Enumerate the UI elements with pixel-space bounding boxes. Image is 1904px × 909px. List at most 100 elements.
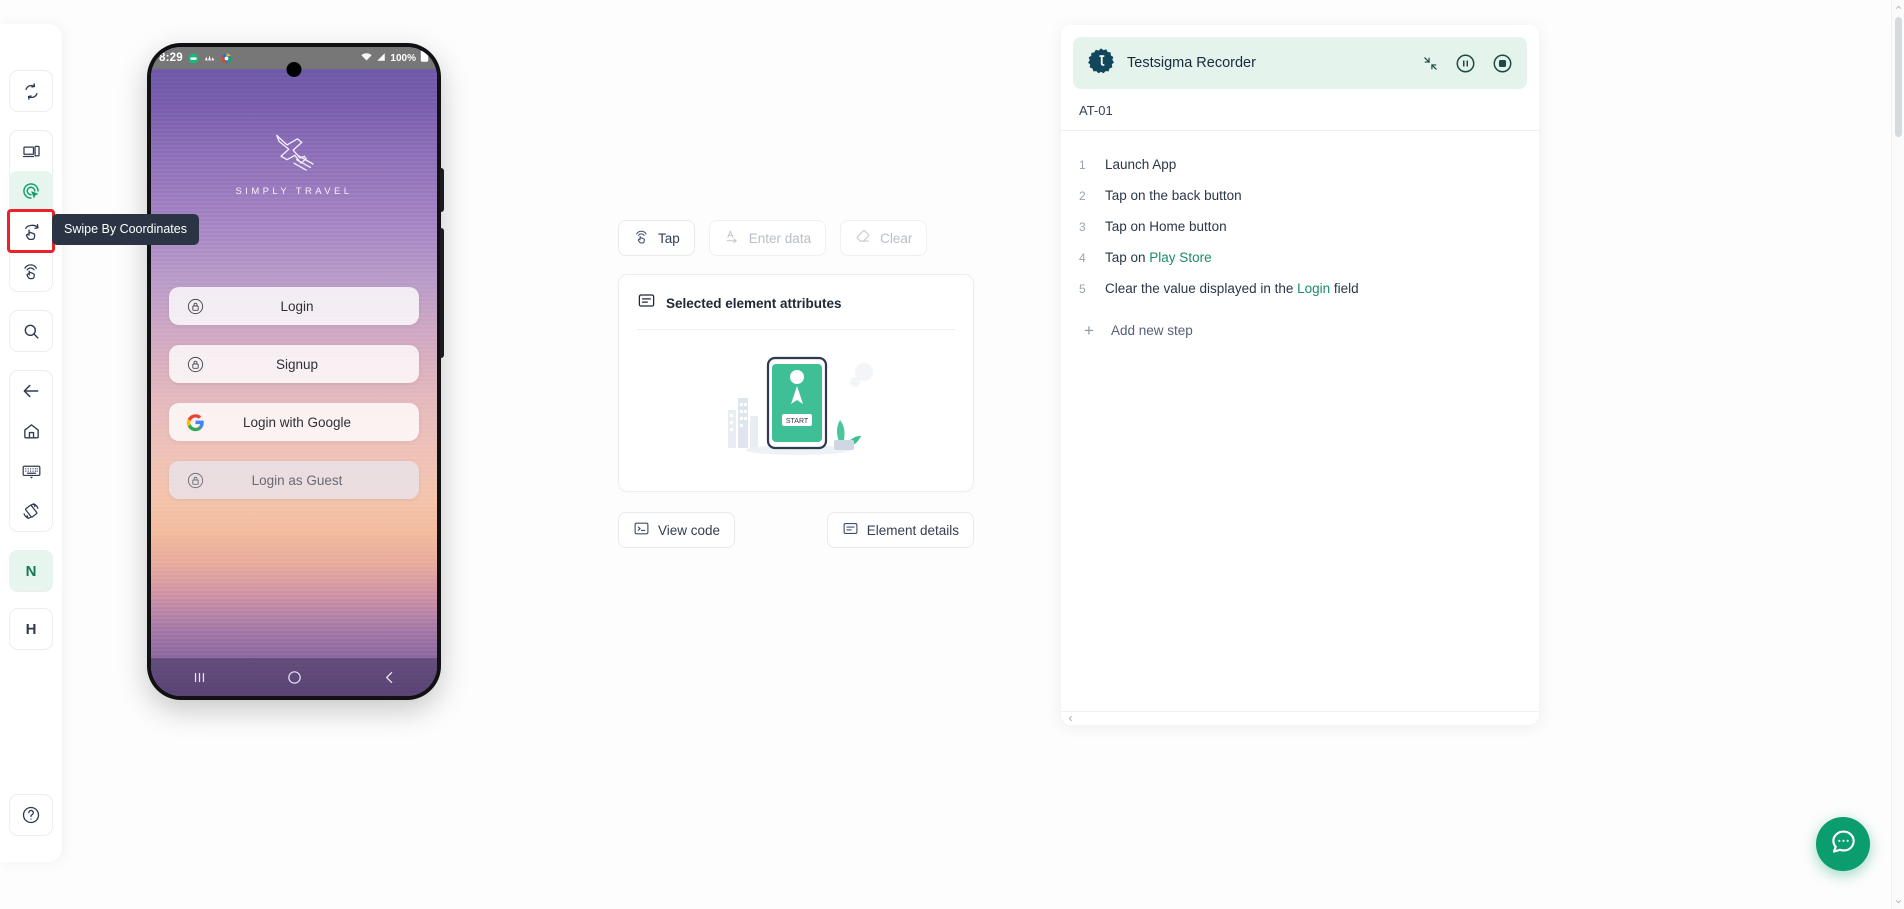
selected-element-attributes-card: Selected element attributes START (618, 274, 974, 492)
back-chevron-icon[interactable] (381, 669, 398, 686)
keyboard-toggle-button[interactable] (9, 451, 53, 491)
tap-action-label: Tap (658, 230, 680, 246)
chat-bubble-icon (1830, 828, 1857, 860)
chat-support-button[interactable] (1816, 817, 1870, 871)
test-step-row[interactable]: 2 Tap on the back button (1061, 180, 1539, 211)
step-text: Tap on Home button (1105, 219, 1227, 234)
home-icon (22, 422, 41, 441)
device-volume-button[interactable] (440, 168, 444, 212)
camera-punch-hole (286, 62, 302, 77)
scrollbar-thumb[interactable] (1894, 17, 1902, 137)
home-key-button[interactable] (9, 411, 53, 451)
tap-action-button[interactable]: Tap (618, 220, 695, 256)
enter-data-button[interactable]: Enter data (708, 220, 827, 256)
test-step-row[interactable]: 1 Launch App (1061, 149, 1539, 180)
letter-n-icon: N (25, 562, 37, 580)
signup-button[interactable]: Signup (169, 345, 419, 383)
swipe-by-coordinates-tooltip: Swipe By Coordinates (52, 214, 199, 245)
step-text: Tap on the back button (1105, 188, 1242, 203)
code-icon (633, 520, 650, 540)
pause-icon[interactable] (1455, 53, 1476, 74)
help-circle-icon (21, 805, 41, 825)
arrow-left-icon (21, 381, 41, 401)
clear-button[interactable]: Clear (840, 220, 928, 256)
device-view-button[interactable] (9, 131, 53, 171)
login-as-guest-button[interactable]: Login as Guest (169, 461, 419, 499)
home-shortcut-button[interactable]: H (9, 609, 53, 649)
auth-button-stack: Login Signup Login with Google Login as … (169, 287, 419, 499)
test-steps-list: 1 Launch App 2 Tap on the back button 3 … (1061, 131, 1539, 340)
login-with-google-label: Login with Google (242, 414, 352, 430)
signal-bars-icon (204, 53, 216, 64)
refresh-button[interactable] (9, 71, 53, 111)
cellular-icon (376, 49, 386, 67)
step-text: Tap on Play Store (1105, 250, 1212, 265)
element-details-label: Element details (866, 522, 959, 538)
scroll-down-arrow-icon[interactable] (1895, 898, 1902, 905)
app-brand: SIMPLY TRAVEL (151, 131, 437, 197)
element-details-button[interactable]: Element details (826, 512, 974, 548)
test-step-row[interactable]: 5 Clear the value displayed in the Login… (1061, 273, 1539, 304)
rotate-screen-button[interactable] (9, 491, 53, 531)
tap-target-icon (21, 181, 41, 201)
enter-data-label: Enter data (748, 230, 812, 246)
view-code-label: View code (658, 522, 721, 538)
toolbar-group-search (9, 310, 53, 352)
test-step-row[interactable]: 4 Tap on Play Store (1061, 242, 1539, 273)
view-code-button[interactable]: View code (618, 512, 736, 548)
recorder-controls (1422, 53, 1513, 74)
device-screen[interactable]: 8:29 100% SIMPLY TRAVEL Login Signup Log… (151, 47, 437, 696)
stop-icon[interactable] (1492, 53, 1513, 74)
back-key-button[interactable] (9, 371, 53, 411)
collapse-icon[interactable] (1422, 55, 1439, 72)
toolbar-group-refresh (9, 70, 53, 112)
page-scrollbar[interactable] (1891, 0, 1904, 909)
device-power-button[interactable] (440, 228, 444, 358)
toolbar-group-n: N (9, 550, 53, 592)
divider (637, 329, 955, 330)
help-button[interactable] (9, 795, 53, 835)
login-with-google-button[interactable]: Login with Google (169, 403, 419, 441)
recorder-panel: Testsigma Recorder AT-01 1 Launch App 2 … (1061, 25, 1539, 725)
recorder-horizontal-scrollbar[interactable] (1061, 711, 1539, 725)
empty-state-illustration: START (637, 336, 955, 469)
testsigma-gear-icon (1087, 47, 1115, 80)
toolbar-group-help (9, 794, 53, 836)
long-press-button[interactable] (9, 251, 53, 291)
swipe-by-coordinates-button[interactable] (7, 209, 55, 253)
element-inspector-panel: Tap Enter data Clear Selected element at… (618, 220, 974, 548)
add-new-step-label: Add new step (1111, 322, 1193, 338)
test-step-row[interactable]: 3 Tap on Home button (1061, 211, 1539, 242)
attributes-icon (637, 291, 656, 315)
svg-text:START: START (786, 418, 809, 425)
recents-bars-icon[interactable] (190, 668, 209, 687)
tap-mode-button[interactable] (9, 171, 53, 211)
notifications-shortcut-button[interactable]: N (9, 551, 53, 591)
details-icon (842, 520, 859, 540)
google-g-icon (183, 413, 207, 432)
card-header: Selected element attributes (637, 291, 955, 315)
home-circle-icon[interactable] (286, 669, 303, 686)
recorder-title: Testsigma Recorder (1127, 55, 1256, 71)
step-parameter[interactable]: Login (1297, 281, 1330, 296)
element-action-row: Tap Enter data Clear (618, 220, 974, 256)
eraser-icon (855, 228, 872, 248)
inspect-search-button[interactable] (9, 311, 53, 351)
login-button[interactable]: Login (169, 287, 419, 325)
device-mockup: 8:29 100% SIMPLY TRAVEL Login Signup Log… (147, 43, 444, 700)
refresh-icon (22, 82, 41, 101)
login-as-guest-label: Login as Guest (251, 472, 343, 488)
battery-full-icon (420, 49, 429, 67)
letter-h-icon: H (25, 620, 37, 638)
add-new-step-button[interactable]: + Add new step (1061, 304, 1539, 340)
step-number: 3 (1079, 220, 1086, 234)
step-text: Clear the value displayed in the Login f… (1105, 281, 1359, 296)
toolbar-group-gestures (7, 130, 55, 292)
step-parameter[interactable]: Play Store (1149, 250, 1211, 265)
android-app-icon (188, 52, 199, 64)
scroll-up-arrow-icon[interactable] (1895, 4, 1902, 11)
step-text: Launch App (1105, 157, 1177, 172)
lock-circle-icon (183, 355, 207, 374)
card-footer-actions: View code Element details (618, 512, 974, 548)
toolbar-group-h: H (9, 608, 53, 650)
